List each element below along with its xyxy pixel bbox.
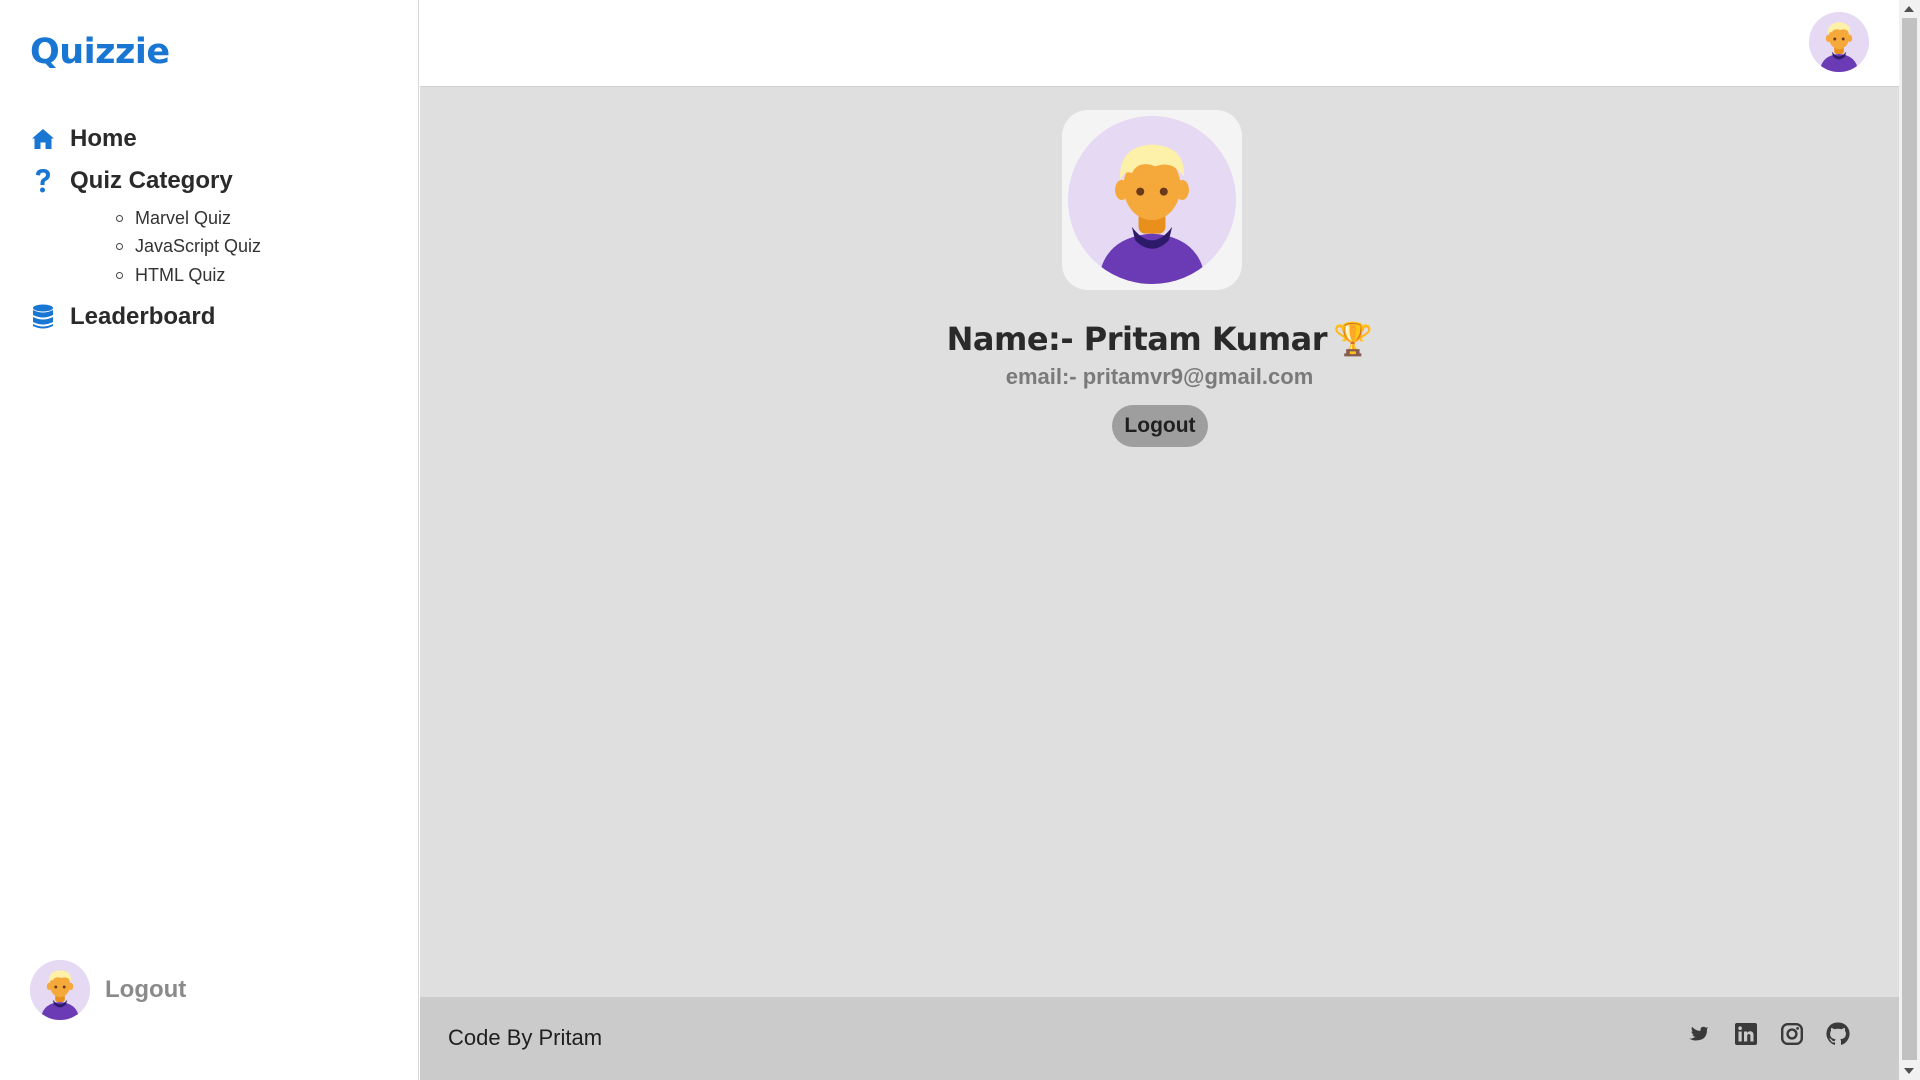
avatar: [30, 960, 90, 1020]
quiz-category-list: Marvel Quiz JavaScript Quiz HTML Quiz: [30, 204, 390, 290]
home-icon: [30, 126, 56, 152]
bullet-icon: [116, 243, 123, 251]
main-content: Name:- Pritam Kumar 🏆 email:- pritamvr9@g…: [420, 87, 1899, 997]
footer: Code By Pritam: [420, 997, 1899, 1080]
instagram-icon[interactable]: [1779, 1021, 1805, 1047]
profile-name-text: Name:- Pritam Kumar: [946, 320, 1328, 358]
avatar[interactable]: [1809, 12, 1869, 72]
sidebar-item-label: Home: [70, 125, 137, 152]
profile-name: Name:- Pritam Kumar 🏆: [420, 320, 1899, 358]
brand-logo[interactable]: Quizzie: [30, 32, 170, 72]
list-item[interactable]: JavaScript Quiz: [86, 233, 390, 262]
profile-email: email:- pritamvr9@gmail.com: [1005, 364, 1314, 389]
trophy-icon: 🏆: [1333, 320, 1373, 358]
scrollbar-thumb[interactable]: [1902, 18, 1917, 1060]
scrollbar[interactable]: [1899, 0, 1920, 1080]
list-item[interactable]: Marvel Quiz: [86, 204, 390, 233]
footer-credit: Code By Pritam: [448, 1025, 603, 1050]
github-icon[interactable]: [1825, 1021, 1851, 1047]
database-icon: [30, 304, 56, 330]
logout-button[interactable]: Logout: [1112, 405, 1208, 447]
scroll-down-arrow-icon[interactable]: [1904, 1068, 1914, 1074]
sidebar-item-home[interactable]: Home: [30, 118, 390, 160]
linkedin-icon[interactable]: [1733, 1021, 1759, 1047]
sidebar-item-quiz-category[interactable]: Quiz Category: [30, 160, 390, 202]
sidebar-item-label: Quiz Category: [70, 167, 233, 194]
question-icon: [30, 168, 56, 194]
sidebar-item-label: Leaderboard: [70, 302, 216, 330]
social-links: [1687, 1021, 1851, 1047]
bullet-icon: [116, 271, 123, 279]
profile-avatar-card: [1062, 110, 1242, 290]
list-item-label: Marvel Quiz: [135, 207, 232, 228]
top-bar: [420, 0, 1899, 87]
scroll-up-arrow-icon[interactable]: [1904, 6, 1914, 12]
avatar: [1068, 116, 1236, 284]
list-item-label: JavaScript Quiz: [135, 236, 262, 257]
sidebar-logout-label: Logout: [105, 976, 187, 1003]
list-item-label: HTML Quiz: [135, 264, 226, 285]
sidebar-logout[interactable]: Logout: [30, 960, 186, 1020]
sidebar: Quizzie Home Quiz Category Marvel Quiz J…: [0, 0, 419, 1080]
sidebar-item-leaderboard[interactable]: Leaderboard: [30, 296, 390, 338]
bullet-icon: [116, 214, 123, 222]
twitter-icon[interactable]: [1687, 1021, 1713, 1047]
list-item[interactable]: HTML Quiz: [86, 261, 390, 290]
sidebar-nav: Home Quiz Category Marvel Quiz JavaScrip…: [30, 118, 390, 338]
